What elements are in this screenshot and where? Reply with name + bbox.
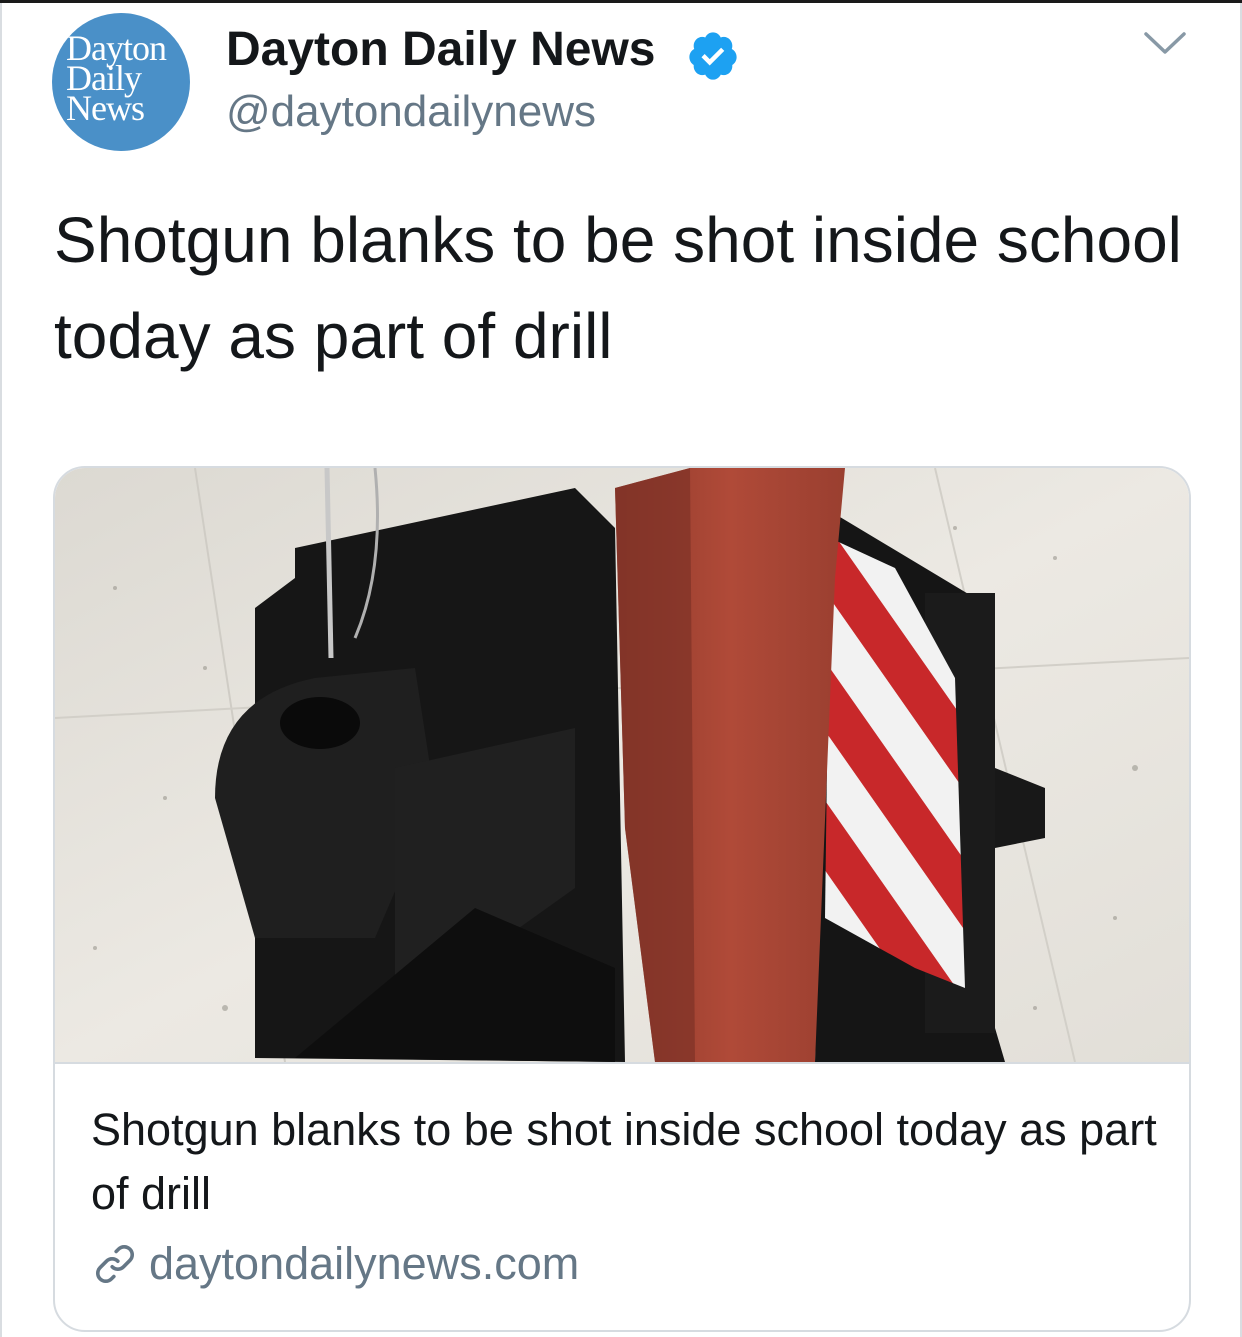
avatar[interactable]: Dayton Daily News	[52, 13, 190, 151]
top-divider	[0, 0, 1242, 3]
author-handle[interactable]: @daytondailynews	[226, 86, 596, 138]
tweet-text: Shotgun blanks to be shot inside school …	[54, 204, 1182, 372]
author-display-name[interactable]: Dayton Daily News	[226, 22, 655, 78]
verified-badge-icon	[689, 32, 737, 80]
card-image[interactable]	[55, 468, 1189, 1064]
avatar-logo: Dayton Daily News	[66, 28, 167, 128]
left-border	[0, 3, 2, 1337]
card-title[interactable]: Shotgun blanks to be shot inside school …	[91, 1098, 1161, 1226]
card-domain[interactable]: daytondailynews.com	[91, 1238, 579, 1290]
chevron-down-icon[interactable]	[1142, 28, 1188, 58]
link-preview-card[interactable]: Shotgun blanks to be shot inside school …	[53, 466, 1191, 1332]
card-domain-text: daytondailynews.com	[149, 1238, 580, 1289]
link-icon	[96, 1245, 134, 1283]
